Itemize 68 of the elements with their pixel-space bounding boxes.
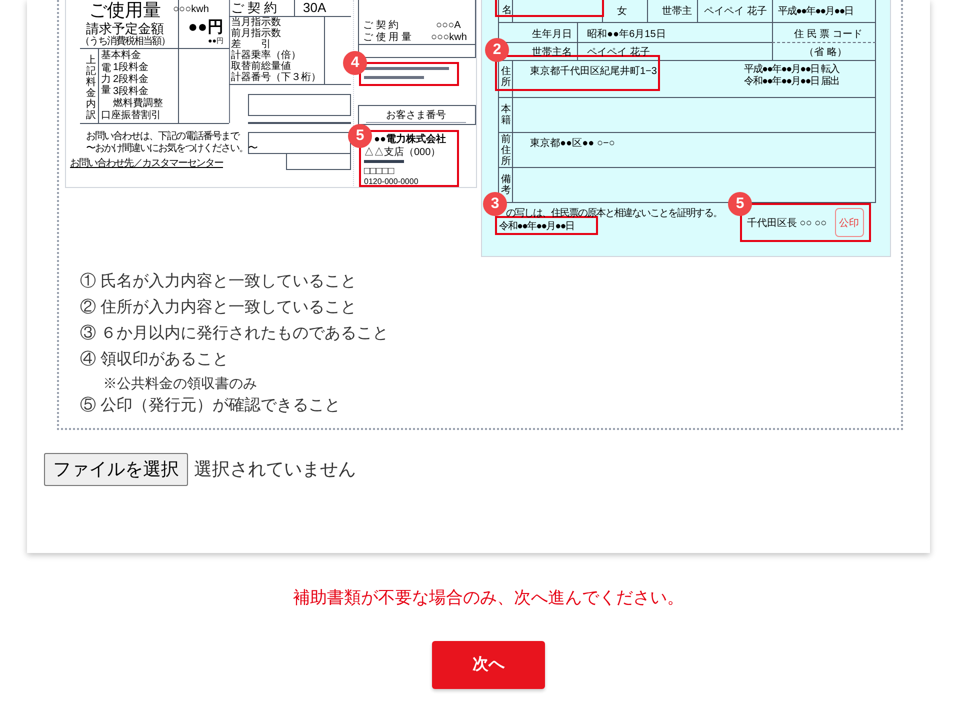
- document-text: お客さま番号: [386, 110, 446, 121]
- document-text: ●●電力株式会社: [374, 134, 446, 145]
- document-text: 差 引: [231, 39, 271, 50]
- document-text: ご使用量: [89, 0, 161, 20]
- document-text: ●●円: [188, 19, 224, 37]
- document-text: 本籍: [501, 104, 511, 126]
- fine-print-line: [364, 76, 424, 79]
- number-badge: 5: [728, 192, 752, 216]
- number-badge: 3: [483, 192, 507, 216]
- document-text: 名: [502, 5, 512, 16]
- document-text: 昭和●●年6月15日: [587, 29, 666, 40]
- document-text: ペイペイ 花子: [704, 6, 767, 17]
- document-text: 公印: [839, 218, 859, 229]
- choose-file-button[interactable]: ファイルを選択: [44, 453, 188, 486]
- document-text: 計器番号（下３桁）: [231, 72, 321, 83]
- document-text: 1段料金: [113, 62, 149, 73]
- document-text: 電力量: [101, 63, 111, 96]
- document-text: 令和●●年●●月●●日: [499, 221, 574, 232]
- document-text: 女: [617, 6, 627, 17]
- document-text: 世帯主: [662, 6, 692, 17]
- document-text: 生年月日: [532, 29, 572, 40]
- document-text: 0120-000-0000: [364, 177, 418, 186]
- document-text: 平成●●年●●月●●日 転入: [744, 64, 840, 75]
- number-badge: 4: [343, 51, 367, 75]
- document-text: 燃料費調整: [113, 98, 163, 109]
- document-text: 平成●●年●●月●●日: [778, 6, 854, 17]
- document-text: （うち消費税相当額）: [80, 36, 170, 47]
- document-text: 2段料金: [113, 74, 149, 85]
- document-text: ご 契 約: [231, 0, 278, 15]
- document-text: 請求予定金額: [86, 21, 164, 36]
- document-text: 3段料金: [113, 86, 149, 97]
- document-text: 基本料金: [101, 50, 141, 61]
- document-text: 30A: [303, 0, 326, 15]
- document-text: 前月指示数: [231, 28, 281, 39]
- requirement-text: ③ ６か月以内に発行されたものであること: [80, 324, 390, 344]
- document-text: ご 契 約: [363, 20, 399, 31]
- notice-text: 補助書類が不要な場合のみ、次へ進んでください。: [293, 587, 684, 609]
- requirement-text: ② 住所が入力内容と一致していること: [80, 298, 358, 318]
- document-text: 前住所: [501, 134, 511, 167]
- document-text: ご 使 用 量: [363, 32, 412, 43]
- document-text: お問い合わせ先／カスタマーセンター: [70, 158, 223, 169]
- file-status-text: 選択されていません: [194, 458, 356, 481]
- document-text: （省 略）: [804, 47, 847, 58]
- document-text: 東京都●●区●● ○−○: [530, 138, 615, 149]
- document-text: 東京都千代田区紀尾井町1−3: [530, 66, 657, 77]
- document-text: 取替前総量値: [231, 61, 291, 72]
- document-text: □□□□□: [364, 166, 394, 177]
- number-badge: 5: [348, 124, 372, 148]
- document-text: 計器乗率（倍）: [231, 50, 301, 61]
- number-badge: 2: [485, 38, 509, 62]
- document-text: 千代田区長 ○○ ○○: [747, 218, 827, 229]
- document-text: ○○○A: [436, 20, 461, 31]
- document-text: △△支店（000）: [364, 147, 441, 158]
- document-text: 令和●●年●●月●●日 届出: [744, 76, 840, 87]
- requirement-text: ④ 領収印があること: [80, 350, 230, 370]
- document-text: 上記料金内訳: [86, 55, 96, 121]
- requirement-text: ① 氏名が入力内容と一致していること: [80, 272, 358, 292]
- next-button[interactable]: 次へ: [432, 640, 545, 688]
- requirement-note: ※公共料金の領収書のみ: [103, 374, 258, 393]
- document-text: 住 民 票 コード: [794, 29, 862, 40]
- document-text: 住所: [501, 66, 511, 88]
- document-text: ○○○kwh: [431, 32, 467, 43]
- document-text: お問い合わせは、下記の電話番号まで: [86, 131, 239, 142]
- document-text: 口座振替割引: [101, 110, 161, 121]
- document-text: 当月指示数: [231, 17, 281, 28]
- requirement-text: ⑤ 公印（発行元）が確認できること: [80, 396, 342, 416]
- seal-frame: [835, 208, 864, 237]
- fine-print-line: [364, 160, 404, 163]
